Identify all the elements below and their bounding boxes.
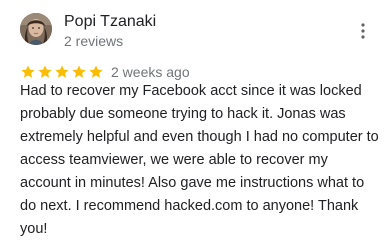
star-icon	[38, 65, 52, 78]
review-text: Had to recover my Facebook acct since it…	[20, 83, 379, 237]
more-vert-icon	[361, 23, 365, 39]
star-icon	[55, 65, 69, 78]
star-rating	[20, 64, 105, 80]
review-date: 2 weeks ago	[111, 64, 190, 80]
avatar[interactable]	[20, 13, 52, 45]
rating-row: 2 weeks ago	[20, 62, 190, 82]
more-options-button[interactable]	[355, 22, 371, 40]
reviewer-name[interactable]: Popi Tzanaki	[64, 12, 156, 32]
avatar-photo	[20, 13, 52, 45]
review-card: Popi Tzanaki 2 reviews 2 weeks ago Had t…	[0, 0, 386, 244]
star-icon	[89, 65, 103, 78]
review-count[interactable]: 2 reviews	[64, 32, 123, 50]
star-icon	[72, 65, 86, 78]
star-icon	[21, 65, 35, 78]
